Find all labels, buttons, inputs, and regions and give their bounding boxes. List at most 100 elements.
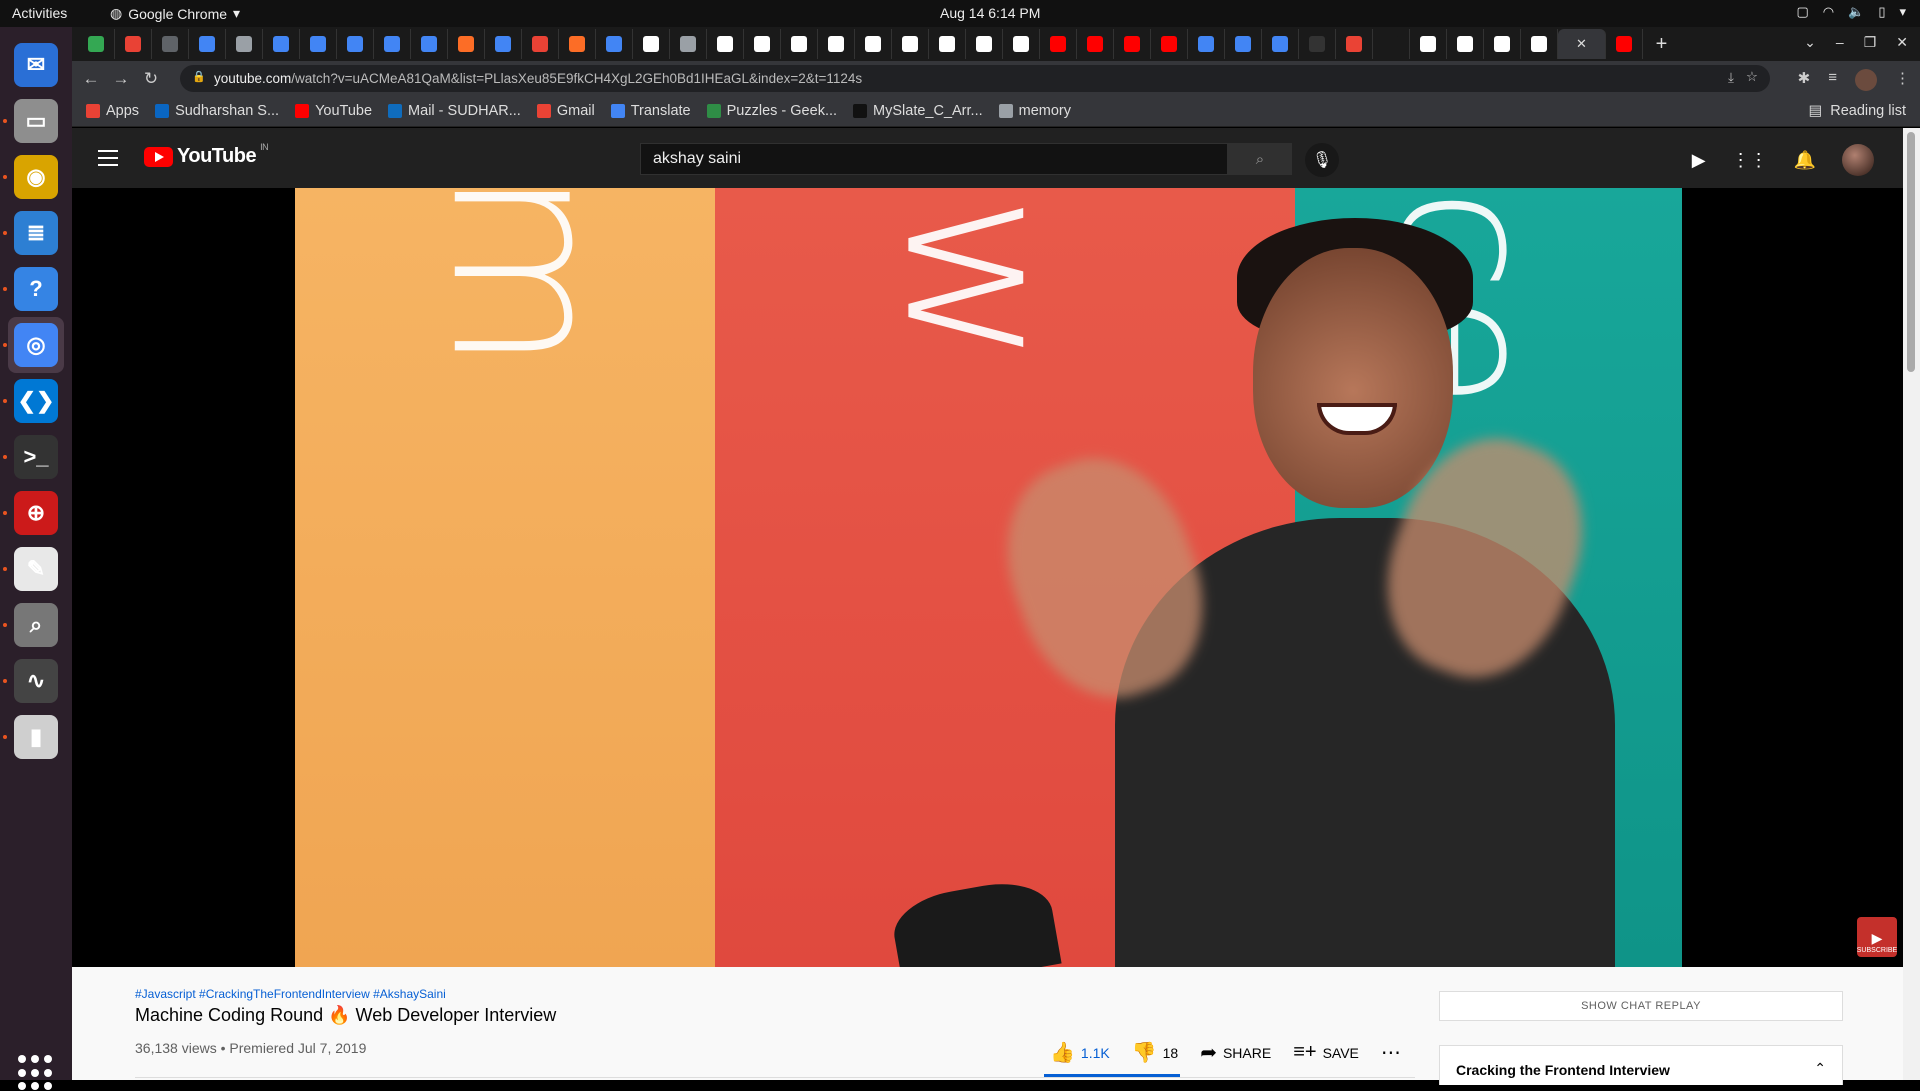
share-button[interactable]: ➦ SHARE	[1200, 1040, 1271, 1065]
back-button[interactable]: ←	[76, 69, 106, 89]
reload-button[interactable]: ↻	[136, 69, 166, 89]
extensions-icon[interactable]: ✱	[1798, 69, 1811, 91]
browser-tab[interactable]	[1299, 29, 1336, 59]
close-window-icon[interactable]: ✕	[1896, 34, 1908, 51]
search-button[interactable]: ⌕	[1228, 143, 1292, 175]
playlist-panel[interactable]: Cracking the Frontend Interview ⌃	[1439, 1045, 1843, 1085]
show-applications-button[interactable]	[18, 1055, 54, 1091]
browser-tab[interactable]	[374, 29, 411, 59]
browser-tab[interactable]	[596, 29, 633, 59]
dock-libreoffice-writer-launcher[interactable]: ≣	[8, 205, 64, 261]
create-video-icon[interactable]: ▶	[1692, 150, 1706, 171]
dock-chrome-launcher[interactable]: ◎	[8, 317, 64, 373]
minimize-icon[interactable]: –	[1836, 34, 1844, 51]
dock-files-launcher[interactable]: ▭	[8, 93, 64, 149]
browser-tab[interactable]	[115, 29, 152, 59]
browser-tab[interactable]	[263, 29, 300, 59]
browser-tab[interactable]	[1373, 29, 1410, 59]
browser-tab[interactable]	[1077, 29, 1114, 59]
browser-tab[interactable]	[1003, 29, 1040, 59]
browser-tab[interactable]	[855, 29, 892, 59]
apps-grid-icon[interactable]: ⋮⋮	[1732, 150, 1768, 171]
browser-tab[interactable]	[1484, 29, 1521, 59]
bookmark-item[interactable]: YouTube	[295, 103, 372, 119]
video-player[interactable]: m w ce ▶ SUBSCRIBE	[72, 188, 1903, 967]
profile-avatar[interactable]	[1855, 69, 1877, 91]
browser-tab[interactable]	[1262, 29, 1299, 59]
reading-list-button[interactable]: ▤ Reading list	[1809, 103, 1906, 119]
active-tab[interactable]: ✕	[1558, 29, 1606, 59]
like-button[interactable]: 👍 1.1K	[1050, 1040, 1110, 1065]
dock-vscode-launcher[interactable]: ❮❯	[8, 373, 64, 429]
browser-tab[interactable]	[892, 29, 929, 59]
browser-tab[interactable]	[818, 29, 855, 59]
browser-tab[interactable]	[78, 29, 115, 59]
browser-tab[interactable]	[559, 29, 596, 59]
browser-tab[interactable]	[670, 29, 707, 59]
new-tab-button[interactable]: +	[1643, 29, 1680, 59]
browser-tab[interactable]	[448, 29, 485, 59]
dock-help-launcher[interactable]: ?	[8, 261, 64, 317]
menu-icon[interactable]: ⋮	[1895, 69, 1910, 91]
browser-tab[interactable]	[485, 29, 522, 59]
browser-tab[interactable]	[1606, 29, 1643, 59]
browser-tab[interactable]	[411, 29, 448, 59]
browser-tab[interactable]	[929, 29, 966, 59]
dock-text-editor-launcher[interactable]: ✎	[8, 541, 64, 597]
dock-system-monitor-launcher[interactable]: ∿	[8, 653, 64, 709]
browser-tab[interactable]	[1040, 29, 1077, 59]
dock-ssl-vpn-launcher[interactable]: ⊕	[8, 485, 64, 541]
browser-tab[interactable]	[781, 29, 818, 59]
account-avatar[interactable]	[1842, 144, 1874, 176]
subscribe-watermark[interactable]: ▶ SUBSCRIBE	[1857, 917, 1897, 957]
bookmark-item[interactable]: Gmail	[536, 103, 595, 119]
dock-image-viewer-launcher[interactable]: ⌕	[8, 597, 64, 653]
browser-tab[interactable]	[1521, 29, 1558, 59]
bookmark-item[interactable]: Translate	[610, 103, 691, 119]
bookmark-item[interactable]: Apps	[86, 103, 139, 119]
forward-button[interactable]: →	[106, 69, 136, 89]
dock-thunderbird-launcher[interactable]: ✉	[8, 37, 64, 93]
close-tab-icon[interactable]: ✕	[1576, 36, 1587, 52]
app-menu[interactable]: ◍ Google Chrome ▾	[110, 5, 240, 22]
browser-tab[interactable]	[707, 29, 744, 59]
bookmark-star-icon[interactable]: ☆	[1746, 69, 1758, 85]
dock-rhythmbox-launcher[interactable]: ◉	[8, 149, 64, 205]
save-button[interactable]: ≡+ SAVE	[1293, 1041, 1359, 1064]
page-scrollbar[interactable]	[1903, 128, 1920, 1080]
bookmark-item[interactable]: memory	[998, 103, 1071, 119]
guide-menu-icon[interactable]	[98, 150, 118, 171]
browser-tab[interactable]	[1225, 29, 1262, 59]
dislike-button[interactable]: 👎 18	[1132, 1040, 1178, 1065]
bookmark-item[interactable]: Puzzles - Geek...	[706, 103, 837, 119]
show-chat-replay-button[interactable]: SHOW CHAT REPLAY	[1439, 991, 1843, 1021]
browser-tab[interactable]	[1151, 29, 1188, 59]
search-input[interactable]: akshay saini	[640, 143, 1228, 175]
bookmark-item[interactable]: MySlate_C_Arr...	[853, 103, 983, 119]
browser-tab[interactable]	[1410, 29, 1447, 59]
youtube-logo[interactable]: YouTube IN	[144, 142, 269, 168]
dock-archive-manager-launcher[interactable]: ▮	[8, 709, 64, 765]
voice-search-button[interactable]: 🎙	[1305, 143, 1339, 177]
browser-tab[interactable]	[633, 29, 670, 59]
browser-tab[interactable]	[1336, 29, 1373, 59]
browser-tab[interactable]	[744, 29, 781, 59]
browser-tab[interactable]	[189, 29, 226, 59]
browser-tab[interactable]	[300, 29, 337, 59]
system-tray[interactable]: ▢ ◠ 🔈 ▯ ▾	[1796, 4, 1906, 20]
install-icon[interactable]: ⤓	[1728, 70, 1734, 86]
address-bar[interactable]: 🔒 youtube.com/watch?v=uACMeA81QaM&list=P…	[180, 65, 1770, 92]
browser-tab[interactable]	[966, 29, 1003, 59]
browser-tab[interactable]	[226, 29, 263, 59]
browser-tab[interactable]	[522, 29, 559, 59]
clock[interactable]: Aug 14 6:14 PM	[940, 5, 1040, 21]
dock-terminal-launcher[interactable]: >_	[8, 429, 64, 485]
activities-button[interactable]: Activities	[12, 5, 67, 21]
restore-icon[interactable]: ❐	[1864, 34, 1877, 51]
browser-tab[interactable]	[152, 29, 189, 59]
browser-tab[interactable]	[1114, 29, 1151, 59]
notifications-bell-icon[interactable]: 🔔	[1794, 150, 1816, 171]
video-hashtags[interactable]: #Javascript #CrackingTheFrontendIntervie…	[135, 987, 446, 1001]
browser-tab[interactable]	[1188, 29, 1225, 59]
media-controls-icon[interactable]: ≡	[1828, 69, 1837, 91]
